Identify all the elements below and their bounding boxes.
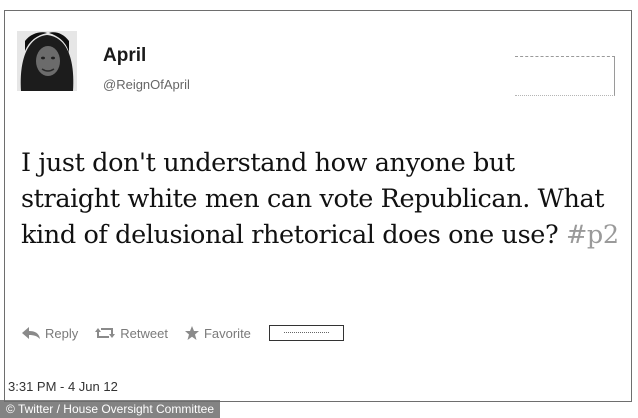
favorite-label: Favorite — [203, 325, 251, 341]
profile-photo-icon — [17, 31, 77, 91]
hashtag-link[interactable]: #p2 — [566, 220, 619, 250]
avatar[interactable] — [17, 31, 77, 91]
retweet-label: Retweet — [120, 325, 168, 341]
reply-arrow-icon — [22, 327, 40, 339]
reply-button[interactable]: Reply — [21, 326, 78, 341]
retweet-icon — [95, 328, 116, 338]
star-icon — [184, 326, 199, 340]
retweet-button[interactable]: Retweet — [94, 326, 168, 341]
tweet-timestamp[interactable]: 3:31 PM - 4 Jun 12 — [8, 380, 118, 393]
reply-label: Reply — [45, 325, 79, 341]
display-name[interactable]: April — [103, 46, 146, 65]
tweet-body: I just don't understand how anyone but s… — [21, 148, 605, 250]
tweet-card: April @ReignOfApril I just don't underst… — [4, 10, 632, 402]
tweet-actions: Reply Retweet Favorite — [21, 321, 344, 345]
follow-button-redacted[interactable] — [515, 56, 615, 96]
image-credit: © Twitter / House Oversight Committee — [0, 400, 221, 418]
favorite-button[interactable]: Favorite — [184, 325, 251, 341]
redacted-action-box — [268, 325, 344, 341]
username[interactable]: @ReignOfApril — [103, 78, 190, 91]
tweet-text: I just don't understand how anyone but s… — [21, 145, 621, 253]
